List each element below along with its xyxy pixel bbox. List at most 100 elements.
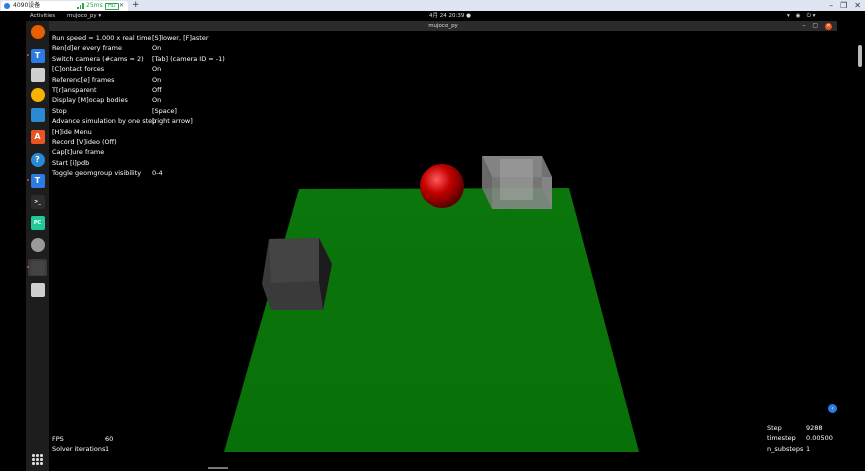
step-info-labels: Step timestep n_substeps bbox=[767, 423, 803, 454]
step-value: 9288 bbox=[806, 424, 823, 432]
menu-value: On bbox=[152, 44, 162, 53]
restore-button[interactable]: ❐ bbox=[840, 1, 847, 10]
scrollbar[interactable] bbox=[858, 45, 862, 67]
menu-label: Ren[d]er every frame bbox=[52, 44, 122, 53]
right-edge-panel: ‹ bbox=[828, 31, 865, 471]
window-titlebar[interactable]: mujoco_py – ▢ ✕ bbox=[49, 21, 837, 31]
menu-labels: Run speed = 1.000 x real time Ren[d]er ev… bbox=[52, 33, 156, 179]
menu-label: Cap[t]ure frame bbox=[52, 148, 105, 157]
ubuntu-top-bar: Activities mujoco_py ▾ 4月 24 20:39 ● ▾ ◉… bbox=[0, 11, 865, 21]
close-button[interactable]: ✕ bbox=[854, 1, 861, 10]
dock-item[interactable]: >_ bbox=[28, 193, 47, 210]
taskbar-indicator bbox=[208, 467, 228, 469]
firefox-icon bbox=[30, 24, 45, 39]
menu-value: [Tab] (camera ID = -1) bbox=[152, 54, 225, 63]
menu-values: [S]lower, [F]aster On [Tab] (camera ID = -… bbox=[152, 33, 225, 179]
running-indicator bbox=[26, 54, 29, 56]
rhythmbox-icon bbox=[30, 87, 45, 102]
fps-value: 60 bbox=[105, 435, 114, 443]
system-tray[interactable]: ▾ ◉ ⏻ ▾ bbox=[787, 11, 815, 21]
new-tab-button[interactable]: + bbox=[132, 0, 140, 11]
client-session-tab[interactable]: 4090设备 25ms HD ✕ bbox=[1, 1, 128, 11]
stats-values: 60 1 bbox=[105, 434, 113, 455]
signal-strength-icon bbox=[77, 3, 85, 9]
menu-label: Display [M]ocap bodies bbox=[52, 96, 128, 105]
menu-label: [H]ide Menu bbox=[52, 127, 92, 136]
dock-item[interactable]: T bbox=[26, 172, 47, 189]
n-substeps-label: n_substeps bbox=[767, 444, 804, 453]
app-menu-button[interactable]: mujoco_py ▾ bbox=[67, 11, 101, 21]
dock-item[interactable]: T bbox=[26, 47, 47, 64]
collapse-panel-icon[interactable]: ‹ bbox=[828, 404, 837, 413]
menu-label: Run speed = 1.000 x real time bbox=[52, 34, 152, 42]
network-icon[interactable]: ◉ bbox=[796, 11, 801, 21]
minimize-button[interactable]: – bbox=[829, 1, 833, 10]
window-minimize-button[interactable]: – bbox=[802, 21, 805, 31]
libreoffice-writer-icon bbox=[30, 107, 45, 122]
help-icon: ? bbox=[30, 152, 45, 167]
dock-item[interactable] bbox=[28, 236, 47, 253]
tray-dropdown-icon[interactable]: ▾ bbox=[787, 11, 790, 21]
dock: T A? T >_ PC bbox=[26, 21, 49, 471]
window-close-button[interactable]: ✕ bbox=[825, 22, 832, 30]
menu-value: 0-4 bbox=[152, 169, 163, 178]
step-label: Step bbox=[767, 424, 782, 432]
menu-label: Record [V]ideo (Off) bbox=[52, 138, 117, 147]
dock-item[interactable] bbox=[28, 281, 47, 298]
settings-icon bbox=[30, 237, 45, 252]
terminal-icon: >_ bbox=[30, 194, 45, 209]
menu-label: Start [i]pdb bbox=[52, 158, 90, 167]
menu-value bbox=[152, 127, 225, 137]
session-title: 4090设备 bbox=[13, 2, 41, 9]
menu-value: [right arrow] bbox=[152, 117, 193, 126]
pycharm-icon: PC bbox=[30, 215, 45, 230]
dock-item[interactable] bbox=[28, 23, 47, 40]
timestep-value: 0.00500 bbox=[806, 434, 833, 443]
menu-label: Referenc[e] frames bbox=[52, 75, 115, 84]
menu-label: Toggle geomgroup visibility bbox=[52, 169, 142, 178]
solver-iterations-label: Solver iterations bbox=[52, 445, 106, 454]
dock-item[interactable] bbox=[28, 106, 47, 123]
mocap-box bbox=[482, 156, 552, 209]
dock-item[interactable]: ? bbox=[28, 151, 47, 168]
dock-item[interactable]: A bbox=[28, 128, 47, 145]
window-title: mujoco_py bbox=[428, 23, 458, 29]
latency-readout: 25ms bbox=[86, 2, 103, 9]
stats-labels: FPS Solver iterations bbox=[52, 434, 105, 455]
todesk-logo-icon bbox=[4, 3, 10, 9]
menu-value bbox=[152, 137, 225, 147]
clock[interactable]: 4月 24 20:39 ● bbox=[429, 11, 471, 21]
menu-value: Off bbox=[152, 86, 162, 95]
client-window-controls: – ❐ ✕ bbox=[829, 0, 861, 11]
n-substeps-value: 1 bbox=[806, 444, 811, 453]
menu-label: [C]ontact forces bbox=[52, 65, 105, 74]
menu-value: On bbox=[152, 65, 162, 74]
window-maximize-button[interactable]: ▢ bbox=[812, 21, 818, 31]
floor-plane bbox=[224, 188, 639, 452]
menu-value: [S]lower, [F]aster bbox=[152, 34, 209, 42]
step-info-values: 9288 0.00500 1 bbox=[806, 423, 833, 454]
dock-item[interactable] bbox=[28, 66, 47, 83]
fps-label: FPS bbox=[52, 435, 64, 443]
menu-label: T[r]ansparent bbox=[52, 86, 97, 95]
menu-value: On bbox=[152, 75, 162, 84]
menu-value bbox=[152, 158, 225, 168]
grid-icon[interactable] bbox=[32, 454, 43, 465]
todesk-icon: T bbox=[30, 173, 45, 188]
tab-close-icon[interactable]: ✕ bbox=[119, 2, 124, 10]
dock-item[interactable]: PC bbox=[28, 214, 47, 231]
timestep-label: timestep bbox=[767, 434, 796, 443]
dock-item[interactable] bbox=[26, 259, 47, 276]
activities-button[interactable]: Activities bbox=[30, 11, 55, 21]
red-sphere bbox=[420, 164, 464, 208]
menu-label: Stop bbox=[52, 106, 67, 115]
window-controls: – ▢ ✕ bbox=[802, 21, 832, 31]
power-menu-icon[interactable]: ⏻ ▾ bbox=[807, 11, 816, 21]
solver-iterations-value: 1 bbox=[105, 445, 110, 454]
remote-client-titlebar: 4090设备 25ms HD ✕ + – ❐ ✕ bbox=[0, 0, 865, 11]
menu-value: [Space] bbox=[152, 106, 177, 115]
dock-item[interactable] bbox=[28, 86, 47, 103]
running-indicator bbox=[26, 179, 29, 181]
quality-badge[interactable]: HD bbox=[105, 2, 119, 10]
menu-label: Switch camera (#cams = 2) bbox=[52, 54, 144, 63]
